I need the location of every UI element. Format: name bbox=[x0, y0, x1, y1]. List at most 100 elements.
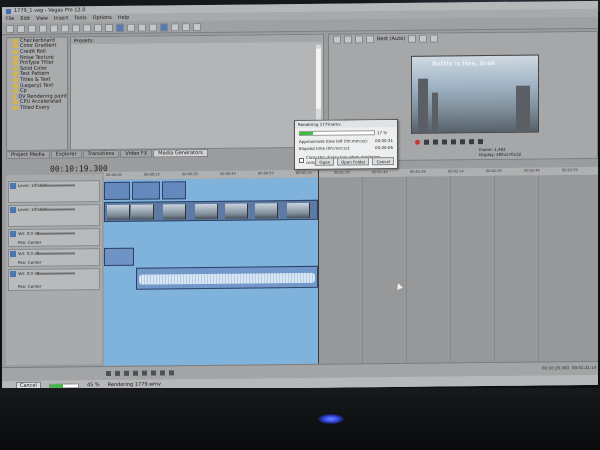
copy-icon[interactable] bbox=[72, 23, 80, 32]
presets-scroll-thumb[interactable] bbox=[316, 48, 321, 109]
lock-envelopes-icon[interactable] bbox=[182, 22, 190, 31]
track-header[interactable]: Vol: 0.0 dB Pan: Center bbox=[8, 248, 100, 268]
track-number bbox=[10, 250, 16, 258]
fx-icon[interactable] bbox=[355, 34, 363, 43]
paste-icon[interactable] bbox=[83, 23, 91, 32]
folder-icon bbox=[13, 49, 18, 54]
ruler-tick: 00:00:59 bbox=[258, 171, 274, 176]
properties-icon[interactable] bbox=[50, 24, 58, 33]
stop-icon[interactable] bbox=[460, 139, 465, 145]
grid-line bbox=[406, 176, 407, 363]
save-icon[interactable] bbox=[28, 24, 36, 33]
audio-clip[interactable] bbox=[136, 265, 318, 290]
selection-tool-icon[interactable] bbox=[138, 23, 146, 32]
video-clip[interactable] bbox=[104, 181, 130, 201]
split-screen-icon[interactable] bbox=[366, 34, 374, 43]
folder-icon bbox=[13, 61, 18, 66]
tab-video-fx[interactable]: Video FX bbox=[120, 149, 153, 158]
presets-header: Presets: bbox=[71, 34, 323, 45]
cancel-button[interactable]: Cancel bbox=[372, 157, 394, 166]
prev-frame-icon[interactable] bbox=[469, 139, 474, 145]
menu-insert[interactable]: Insert bbox=[54, 15, 68, 21]
menu-options[interactable]: Options bbox=[93, 15, 112, 21]
tab-project-media[interactable]: Project Media bbox=[6, 150, 50, 160]
render-progress-dialog: Rendering 1779.wmv 17 % Approximate time… bbox=[294, 118, 398, 171]
pause-icon[interactable] bbox=[142, 370, 147, 376]
play-icon[interactable] bbox=[442, 139, 447, 145]
media-generators-tree: Checkerboard Color Gradient Credit Roll … bbox=[6, 36, 68, 152]
clip-thumbnail bbox=[225, 203, 248, 219]
timeline-transport bbox=[106, 370, 174, 377]
track-header[interactable]: Level: 100.0 % bbox=[8, 204, 100, 228]
clip-thumbnail bbox=[163, 204, 186, 220]
menu-tools[interactable]: Tools bbox=[74, 15, 86, 21]
tree-item[interactable]: Titled Every bbox=[7, 105, 67, 111]
render-progress-fill bbox=[300, 131, 313, 135]
grid-line bbox=[538, 175, 539, 362]
cut-icon[interactable] bbox=[61, 23, 69, 33]
volume-slider[interactable] bbox=[39, 272, 75, 275]
overlays-icon[interactable] bbox=[408, 34, 417, 43]
scene-tower bbox=[516, 85, 530, 132]
loop-playback-icon[interactable] bbox=[115, 370, 120, 376]
record-icon[interactable] bbox=[415, 139, 420, 145]
play-from-start-icon[interactable] bbox=[433, 139, 438, 145]
track-number bbox=[10, 206, 16, 214]
audio-clip[interactable] bbox=[104, 247, 134, 267]
menu-edit[interactable]: Edit bbox=[20, 16, 30, 22]
volume-slider[interactable] bbox=[39, 252, 75, 255]
save-snapshot-icon[interactable] bbox=[430, 34, 439, 43]
preview-quality[interactable]: Best (Auto) bbox=[377, 35, 405, 41]
open-button[interactable]: Open bbox=[315, 157, 335, 166]
go-to-end-icon[interactable] bbox=[169, 370, 174, 376]
redo-icon[interactable] bbox=[105, 23, 113, 32]
track-header[interactable]: Level: 100.0 % bbox=[8, 180, 100, 204]
record-icon[interactable] bbox=[106, 370, 111, 377]
pause-icon[interactable] bbox=[451, 139, 456, 145]
vegas-app-icon bbox=[6, 8, 11, 14]
tab-media-generators[interactable]: Media Generators bbox=[153, 148, 208, 158]
clip-thumbnail bbox=[195, 203, 218, 220]
checkbox-box[interactable] bbox=[299, 157, 304, 163]
menu-help[interactable]: Help bbox=[118, 15, 129, 21]
level-slider[interactable] bbox=[39, 208, 75, 211]
stop-icon[interactable] bbox=[151, 370, 156, 376]
zoom-tool-icon[interactable] bbox=[149, 22, 157, 32]
audio-waveform bbox=[139, 272, 315, 285]
ruler-tick: 00:02:59 bbox=[562, 168, 578, 173]
envelope-tool-icon[interactable] bbox=[127, 23, 135, 32]
play-from-start-icon[interactable] bbox=[124, 370, 129, 376]
render-progress-bar bbox=[299, 130, 375, 137]
new-project-icon[interactable] bbox=[6, 24, 14, 33]
preview-properties-icon[interactable] bbox=[333, 35, 341, 44]
video-clip[interactable] bbox=[162, 181, 186, 200]
menu-file[interactable]: File bbox=[6, 16, 14, 22]
copy-snapshot-icon[interactable] bbox=[419, 34, 428, 43]
timeline-empty-area[interactable] bbox=[318, 174, 598, 364]
normal-edit-tool-icon[interactable] bbox=[116, 23, 124, 32]
ignore-grouping-icon[interactable] bbox=[193, 22, 201, 31]
track-header[interactable]: Vol: 0.0 dB Pan: Center bbox=[8, 228, 100, 248]
snapping-icon[interactable] bbox=[160, 22, 168, 31]
undo-icon[interactable] bbox=[94, 23, 102, 32]
tab-transitions[interactable]: Transitions bbox=[82, 149, 120, 159]
video-clip[interactable] bbox=[104, 199, 318, 223]
loop-icon[interactable] bbox=[424, 139, 429, 145]
video-clip[interactable] bbox=[132, 181, 160, 200]
volume-slider[interactable] bbox=[39, 232, 75, 235]
play-icon[interactable] bbox=[133, 370, 138, 376]
render-as-icon[interactable] bbox=[39, 24, 47, 33]
playhead-cursor[interactable] bbox=[318, 169, 319, 364]
menu-view[interactable]: View bbox=[36, 16, 48, 22]
next-frame-icon[interactable] bbox=[478, 139, 483, 145]
go-to-start-icon[interactable] bbox=[160, 370, 165, 376]
track-header[interactable]: Vol: 0.0 dB Pan: Center bbox=[8, 268, 100, 292]
external-monitor-icon[interactable] bbox=[344, 34, 352, 44]
level-slider[interactable] bbox=[39, 184, 75, 187]
auto-ripple-icon[interactable] bbox=[171, 22, 179, 31]
tab-explorer[interactable]: Explorer bbox=[50, 150, 82, 159]
open-folder-button[interactable]: Open Folder bbox=[337, 157, 370, 166]
preview-info: Frame: 1,482 Display: 480x270x32 bbox=[479, 146, 522, 158]
folder-icon bbox=[13, 38, 18, 43]
open-project-icon[interactable] bbox=[17, 24, 25, 33]
